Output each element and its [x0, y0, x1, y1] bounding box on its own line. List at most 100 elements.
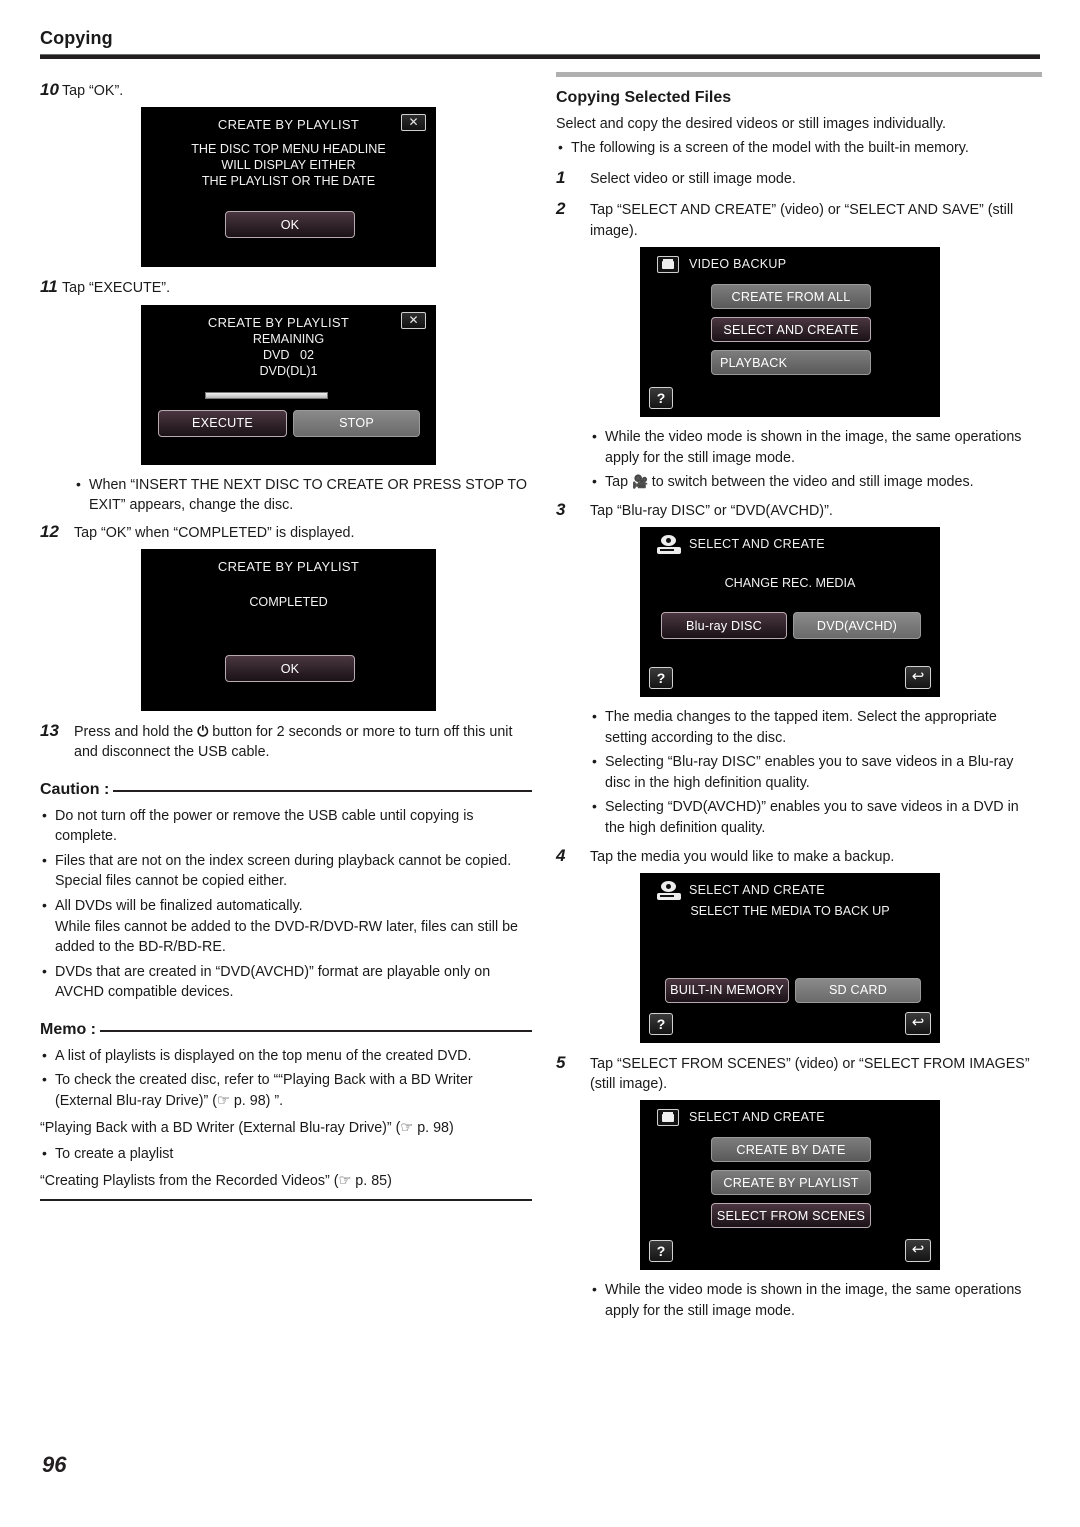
dvd-avchd-button[interactable]: DVD(AVCHD) — [793, 612, 921, 640]
final-note-list: While the video mode is shown in the ima… — [590, 1279, 1042, 1321]
lcd-message-line-3: DVD(DL)1 — [259, 363, 318, 378]
caution-item: DVDs that are created in “DVD(AVCHD)” fo… — [40, 961, 532, 1003]
right-column-top-rule — [556, 72, 1042, 77]
step-13-text-before: Press and hold the — [74, 724, 194, 741]
step-4-number: 4 — [556, 845, 566, 865]
page-number: 96 — [42, 1452, 67, 1477]
back-icon[interactable]: ↩ — [905, 1011, 931, 1035]
screenshot-select-and-create-menu: SELECT AND CREATE CREATE BY DATE CREATE … — [640, 1100, 940, 1271]
step-12-number: 12 — [40, 521, 59, 541]
video-backup-note-2: Tap 🎥 to switch between the video and st… — [590, 471, 1042, 493]
step-10: 10 Tap “OK”. — [40, 80, 532, 101]
note-text-before: Tap — [605, 474, 629, 491]
power-icon: ⏻ — [197, 723, 209, 740]
screenshot-create-by-playlist-completed: CREATE BY PLAYLIST COMPLETED OK — [141, 549, 436, 712]
lcd-title: SELECT AND CREATE — [689, 882, 825, 897]
sd-card-button[interactable]: SD CARD — [795, 977, 921, 1003]
memo-item: A list of playlists is displayed on the … — [40, 1045, 532, 1067]
screenshot-video-backup: VIDEO BACKUP CREATE FROM ALL SELECT AND … — [640, 247, 940, 418]
screenshot-create-by-playlist-notice: CREATE BY PLAYLIST ✕ THE DISC TOP MENU H… — [141, 107, 436, 268]
memo-rule — [100, 1029, 532, 1032]
lcd-message-line-1: REMAINING — [252, 331, 325, 346]
step-5-text: Tap “SELECT FROM SCENES” (video) or “SEL… — [590, 1055, 1030, 1093]
ok-button[interactable]: OK — [225, 655, 355, 683]
video-camera-icon — [657, 1109, 679, 1127]
create-by-playlist-button[interactable]: CREATE BY PLAYLIST — [711, 1170, 871, 1196]
step-2-number: 2 — [556, 199, 566, 219]
header-rule — [40, 54, 1040, 59]
lcd-title: CREATE BY PLAYLIST — [217, 559, 360, 575]
step-4-text: Tap the media you would like to make a b… — [590, 848, 895, 865]
memo-end-rule — [40, 1199, 532, 1202]
memo-reference-1[interactable]: “Playing Back with a BD Writer (External… — [40, 1118, 532, 1139]
page-title: Copying — [40, 28, 113, 48]
section-intro: Select and copy the desired videos or st… — [556, 116, 946, 132]
stop-button[interactable]: STOP — [293, 409, 420, 437]
execute-button[interactable]: EXECUTE — [158, 409, 287, 437]
screenshot-change-rec-media: SELECT AND CREATE CHANGE REC. MEDIA Blu-… — [640, 527, 940, 698]
back-icon[interactable]: ↩ — [905, 666, 931, 690]
caution-rule — [113, 789, 532, 792]
change-media-note: Selecting “DVD(AVCHD)” enables you to sa… — [590, 796, 1042, 838]
help-icon[interactable]: ? — [649, 1240, 673, 1263]
caution-item: All DVDs will be finalized automatically… — [40, 895, 532, 958]
video-camera-icon: 🎥 — [632, 474, 648, 490]
lcd-subtitle: SELECT THE MEDIA TO BACK UP — [690, 903, 890, 918]
lcd-title: CREATE BY PLAYLIST — [217, 117, 360, 133]
step-5: 5 Tap “SELECT FROM SCENES” (video) or “S… — [556, 1053, 1042, 1095]
lcd-message-line-2: DVD 02 — [262, 347, 315, 362]
back-icon[interactable]: ↩ — [905, 1239, 931, 1263]
lcd-title: CREATE BY PLAYLIST — [207, 314, 350, 330]
memo-reference-2[interactable]: “Creating Playlists from the Recorded Vi… — [40, 1171, 532, 1192]
built-in-memory-button[interactable]: BUILT-IN MEMORY — [665, 977, 789, 1003]
close-icon[interactable]: ✕ — [401, 114, 426, 132]
screenshot-create-by-playlist-remaining: CREATE BY PLAYLIST ✕ REMAINING DVD 02 DV… — [141, 304, 436, 465]
blu-ray-disc-button[interactable]: Blu-ray DISC — [661, 612, 787, 640]
left-column: 10 Tap “OK”. CREATE BY PLAYLIST ✕ THE DI… — [40, 80, 532, 1202]
step-1-number: 1 — [556, 168, 566, 188]
help-icon[interactable]: ? — [649, 1012, 673, 1035]
change-media-note-list: The media changes to the tapped item. Se… — [590, 706, 1042, 838]
create-by-date-button[interactable]: CREATE BY DATE — [711, 1137, 871, 1163]
lcd-title: VIDEO BACKUP — [689, 257, 787, 272]
help-icon[interactable]: ? — [649, 667, 673, 690]
step-3: 3 Tap “Blu-ray DISC” or “DVD(AVCHD)”. — [556, 500, 1042, 521]
lcd-title: SELECT AND CREATE — [689, 537, 825, 552]
video-camera-icon — [657, 256, 679, 274]
lcd-message-line-1: THE DISC TOP MENU HEADLINE — [191, 142, 386, 157]
step-12-text: Tap “OK” when “COMPLETED” is displayed. — [74, 524, 355, 541]
create-from-all-button[interactable]: CREATE FROM ALL — [711, 284, 871, 310]
change-media-note: Selecting “Blu-ray DISC” enables you to … — [590, 751, 1042, 793]
memo-item: To check the created disc, refer to ““Pl… — [40, 1069, 532, 1111]
manual-page: Copying 10 Tap “OK”. CREATE BY PLAYLIST … — [0, 0, 1080, 1527]
final-note: While the video mode is shown in the ima… — [590, 1279, 1042, 1321]
note-text-after: to switch between the video and still im… — [651, 474, 974, 491]
step-3-number: 3 — [556, 499, 566, 519]
lcd-title: SELECT AND CREATE — [689, 1110, 825, 1125]
caution-heading: Caution : — [40, 781, 532, 799]
progress-bar — [205, 391, 328, 399]
select-from-scenes-button[interactable]: SELECT FROM SCENES — [711, 1203, 871, 1229]
close-icon[interactable]: ✕ — [401, 311, 426, 329]
playback-button[interactable]: PLAYBACK — [711, 350, 871, 376]
step-11-text: Tap “EXECUTE”. — [62, 280, 171, 297]
caution-item: Do not turn off the power or remove the … — [40, 805, 532, 847]
lcd-subtitle: CHANGE REC. MEDIA — [724, 576, 856, 591]
step-10-text: Tap “OK”. — [62, 83, 124, 99]
caution-item: Files that are not on the index screen d… — [40, 850, 532, 892]
memo-label: Memo : — [40, 1020, 96, 1038]
step-13: 13 Press and hold the ⏻ button for 2 sec… — [40, 721, 532, 763]
memo-list: A list of playlists is displayed on the … — [40, 1045, 532, 1112]
step-2-text: Tap “SELECT AND CREATE” (video) or “SELE… — [590, 202, 1014, 239]
step-5-number: 5 — [556, 1052, 566, 1072]
step-13-text: Press and hold the ⏻ button for 2 second… — [74, 721, 532, 763]
ok-button[interactable]: OK — [225, 211, 355, 239]
intro-note: The following is a screen of the model w… — [556, 137, 1042, 159]
intro-note-list: The following is a screen of the model w… — [556, 137, 1042, 159]
video-backup-note-1: While the video mode is shown in the ima… — [590, 426, 1042, 468]
lcd-message-line-3: THE PLAYLIST OR THE DATE — [201, 174, 376, 189]
step-11-number: 11 — [40, 277, 58, 297]
select-and-create-button[interactable]: SELECT AND CREATE — [711, 317, 871, 343]
step-1: 1 Select video or still image mode. — [556, 168, 1042, 189]
help-icon[interactable]: ? — [649, 387, 673, 410]
